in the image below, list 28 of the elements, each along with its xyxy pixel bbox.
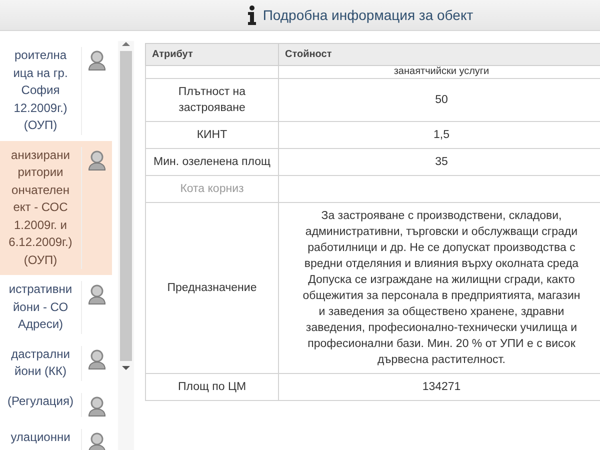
scroll-down-icon[interactable] xyxy=(122,365,130,371)
user-icon xyxy=(87,148,107,170)
user-icon xyxy=(87,348,107,370)
layer-item[interactable]: анизирани ритории ончателен ект - СОС 1.2009г. и 6.12.2009г.) (ОУП) xyxy=(0,140,112,275)
user-icon xyxy=(87,283,107,305)
scrollbar[interactable] xyxy=(118,41,134,450)
panel-title: Подробна информация за обект xyxy=(262,7,474,23)
info-icon xyxy=(246,5,257,25)
scroll-thumb[interactable] xyxy=(120,51,132,361)
attribute-cell: Плътност на застрояване xyxy=(146,78,278,122)
attribute-cell: КИНТ xyxy=(146,122,278,148)
attribute-cell: Предназначение xyxy=(146,202,278,374)
scroll-up-icon[interactable] xyxy=(122,41,130,47)
layer-name: улационни xyxy=(10,428,72,446)
layer-name: роителна ица на гр. София 12.2009г.) (ОУП) xyxy=(12,47,69,134)
user-icon xyxy=(87,49,107,71)
layer-name: анизирани ритории ончателен ект - СОС 1.2009г. и 6.12.2009г.) (ОУП) xyxy=(8,146,74,268)
attribute-cell: Мин. озеленена площ xyxy=(146,148,278,176)
column-header: Стойност xyxy=(278,44,600,66)
user-icon xyxy=(87,430,107,450)
layer-name: дастрални йони (КК) xyxy=(10,346,71,380)
column-header: Атрибут xyxy=(146,44,278,66)
attribute-cell: Площ по ЦМ xyxy=(146,374,278,400)
layer-name: истративни йони - СО Адреси) xyxy=(8,281,74,333)
attribute-cell: Кота корниз xyxy=(146,176,278,202)
value-cell: занаятчийски услуги xyxy=(278,66,600,78)
layer-name: (Регулация) xyxy=(6,392,74,410)
user-icon xyxy=(87,394,107,416)
